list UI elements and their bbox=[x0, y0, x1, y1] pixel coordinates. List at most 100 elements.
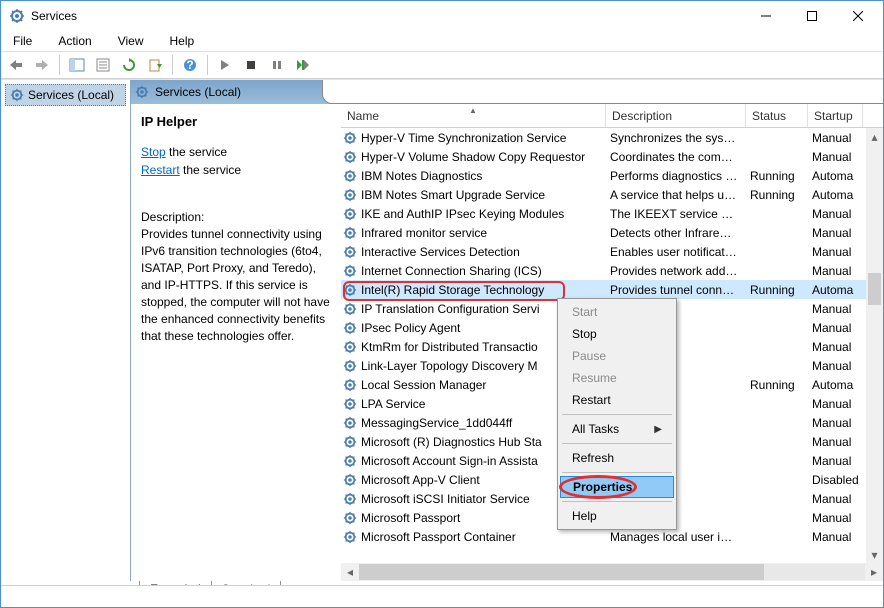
nav-item-services-local[interactable]: Services (Local) bbox=[5, 84, 126, 106]
service-name: Microsoft Account Sign-in Assista bbox=[361, 454, 538, 468]
gear-icon bbox=[343, 378, 357, 392]
scroll-right-icon[interactable]: ▸ bbox=[865, 563, 883, 581]
service-startup: Manual bbox=[806, 435, 861, 449]
service-startup: Manual bbox=[806, 359, 861, 373]
restart-service-button[interactable] bbox=[292, 54, 314, 76]
minimize-button[interactable] bbox=[743, 1, 789, 31]
col-status[interactable]: Status bbox=[746, 104, 808, 127]
ctx-resume[interactable]: Resume bbox=[560, 367, 674, 389]
service-name: Interactive Services Detection bbox=[361, 245, 520, 259]
table-row[interactable]: Hyper-V Volume Shadow Copy RequestorCoor… bbox=[341, 147, 883, 166]
service-desc: Provides tunnel conne... bbox=[604, 283, 744, 297]
scroll-left-icon[interactable]: ◂ bbox=[341, 563, 359, 581]
col-description[interactable]: Description bbox=[606, 104, 746, 127]
gear-icon bbox=[343, 530, 357, 544]
horizontal-scrollbar[interactable]: ◂ ▸ bbox=[341, 563, 883, 581]
service-status: Running bbox=[744, 169, 806, 183]
vertical-scrollbar[interactable]: ▴ ▾ bbox=[866, 128, 883, 563]
scroll-up-icon[interactable]: ▴ bbox=[866, 128, 883, 145]
stop-link[interactable]: Stop bbox=[141, 145, 166, 159]
service-desc: Detects other Infrared ... bbox=[604, 226, 744, 240]
service-desc: Performs diagnostics o... bbox=[604, 169, 744, 183]
ctx-pause[interactable]: Pause bbox=[560, 345, 674, 367]
service-desc: A service that helps up... bbox=[604, 188, 744, 202]
service-name: IKE and AuthIP IPsec Keying Modules bbox=[361, 207, 564, 221]
gear-icon bbox=[343, 226, 357, 240]
svg-text:?: ? bbox=[186, 58, 193, 72]
ctx-start[interactable]: Start bbox=[560, 301, 674, 323]
col-startup[interactable]: Startup bbox=[808, 104, 863, 127]
start-service-button[interactable] bbox=[214, 54, 236, 76]
gear-icon bbox=[343, 473, 357, 487]
service-name: Local Session Manager bbox=[361, 378, 486, 392]
table-row[interactable]: Infrared monitor serviceDetects other In… bbox=[341, 223, 883, 242]
table-row[interactable]: IKE and AuthIP IPsec Keying ModulesThe I… bbox=[341, 204, 883, 223]
service-startup: Manual bbox=[806, 416, 861, 430]
menu-bar: File Action View Help bbox=[1, 31, 883, 51]
service-name: IP Translation Configuration Servi bbox=[361, 302, 540, 316]
gear-icon bbox=[135, 85, 149, 99]
forward-button[interactable] bbox=[31, 54, 53, 76]
service-name: Microsoft App-V Client bbox=[361, 473, 480, 487]
service-startup: Automa bbox=[806, 283, 861, 297]
menu-action[interactable]: Action bbox=[52, 32, 97, 50]
table-row[interactable]: Intel(R) Rapid Storage TechnologyProvide… bbox=[341, 280, 883, 299]
service-desc: Coordinates the comm... bbox=[604, 150, 744, 164]
gear-icon bbox=[343, 416, 357, 430]
show-hide-tree-button[interactable] bbox=[66, 54, 88, 76]
ctx-refresh[interactable]: Refresh bbox=[560, 447, 674, 469]
service-name: IBM Notes Diagnostics bbox=[361, 169, 482, 183]
service-name: Link-Layer Topology Discovery M bbox=[361, 359, 538, 373]
menu-help[interactable]: Help bbox=[164, 32, 201, 50]
status-bar bbox=[1, 585, 883, 607]
pause-service-button[interactable] bbox=[266, 54, 288, 76]
service-desc: Enables user notificatio... bbox=[604, 245, 744, 259]
scroll-down-icon[interactable]: ▾ bbox=[866, 546, 883, 563]
gear-icon bbox=[343, 397, 357, 411]
export-list-button[interactable] bbox=[144, 54, 166, 76]
refresh-button[interactable] bbox=[118, 54, 140, 76]
ctx-restart[interactable]: Restart bbox=[560, 389, 674, 411]
right-pane: Services (Local) IP Helper Stop the serv… bbox=[131, 80, 883, 581]
close-button[interactable] bbox=[835, 1, 881, 31]
properties-toolbar-button[interactable] bbox=[92, 54, 114, 76]
table-row[interactable]: IBM Notes Smart Upgrade ServiceA service… bbox=[341, 185, 883, 204]
ctx-stop[interactable]: Stop bbox=[560, 323, 674, 345]
service-startup: Manual bbox=[806, 492, 861, 506]
gear-icon bbox=[343, 207, 357, 221]
ctx-properties[interactable]: Properties bbox=[560, 476, 674, 498]
nav-item-label: Services (Local) bbox=[28, 88, 114, 102]
table-row[interactable]: Interactive Services Detection Enables us… bbox=[341, 242, 883, 261]
col-name[interactable]: Name▲ bbox=[341, 104, 606, 127]
help-button[interactable]: ? bbox=[179, 54, 201, 76]
ctx-help[interactable]: Help bbox=[560, 505, 674, 527]
service-startup: Manual bbox=[806, 150, 861, 164]
maximize-button[interactable] bbox=[789, 1, 835, 31]
menu-view[interactable]: View bbox=[112, 32, 150, 50]
service-startup: Manual bbox=[806, 226, 861, 240]
table-row[interactable]: Hyper-V Time Synchronization ServiceSync… bbox=[341, 128, 883, 147]
gear-icon bbox=[343, 321, 357, 335]
gear-icon bbox=[343, 359, 357, 373]
restart-link[interactable]: Restart bbox=[141, 163, 180, 177]
service-status: Running bbox=[744, 378, 806, 392]
app-icon bbox=[9, 8, 25, 24]
service-name: Hyper-V Time Synchronization Service bbox=[361, 131, 566, 145]
gear-icon bbox=[343, 264, 357, 278]
restart-suffix: the service bbox=[180, 163, 241, 177]
stop-service-button[interactable] bbox=[240, 54, 262, 76]
table-row[interactable]: Internet Connection Sharing (ICS)Provide… bbox=[341, 261, 883, 280]
service-status: Running bbox=[744, 188, 806, 202]
workspace: Services (Local) Services (Local) IP Hel… bbox=[1, 79, 883, 581]
service-name: KtmRm for Distributed Transactio bbox=[361, 340, 538, 354]
ctx-all-tasks[interactable]: All Tasks▶ bbox=[560, 418, 674, 440]
description-text: Provides tunnel connectivity using IPv6 … bbox=[141, 226, 331, 345]
back-button[interactable] bbox=[5, 54, 27, 76]
table-row[interactable]: IBM Notes Diagnostics Performs diagnostic… bbox=[341, 166, 883, 185]
title-bar: Services bbox=[1, 1, 883, 31]
menu-file[interactable]: File bbox=[7, 32, 38, 50]
gear-icon bbox=[10, 88, 24, 102]
gear-icon bbox=[343, 245, 357, 259]
service-startup: Manual bbox=[806, 245, 861, 259]
stop-suffix: the service bbox=[166, 145, 227, 159]
